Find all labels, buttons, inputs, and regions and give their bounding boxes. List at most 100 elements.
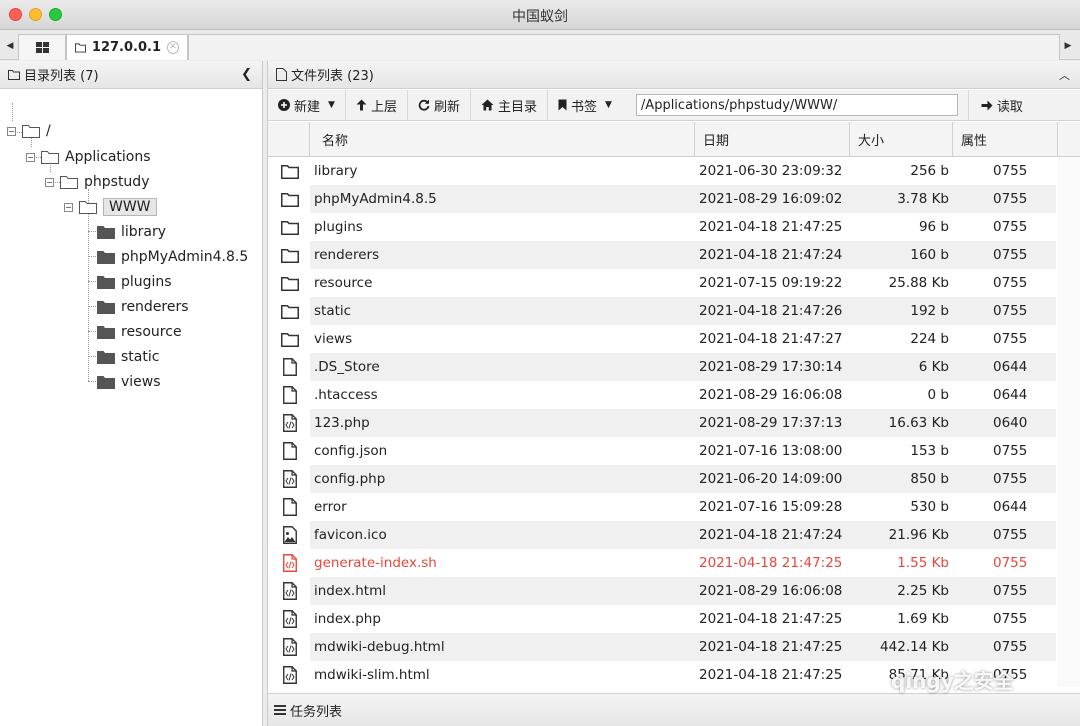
table-row[interactable]: library 2021-06-30 23:09:32 256 b 0755: [268, 157, 1058, 185]
file-icon: [278, 493, 302, 521]
tree-node-child[interactable]: renderers: [97, 297, 189, 317]
table-row[interactable]: plugins 2021-04-18 21:47:25 96 b 0755: [268, 213, 1058, 241]
file-panel-title: 文件列表 (23): [291, 69, 374, 84]
tree-node-label: plugins: [121, 274, 172, 290]
tree-node-child[interactable]: static: [97, 347, 159, 367]
file-name: library: [314, 163, 358, 179]
table-row[interactable]: index.php 2021-04-18 21:47:25 1.69 Kb 0755: [268, 605, 1058, 633]
file-date: 2021-04-18 21:47:25: [699, 667, 843, 683]
table-row[interactable]: generate-index.sh 2021-04-18 21:47:25 1.55…: [268, 549, 1058, 577]
tab-scroll-left-button[interactable]: ◀: [2, 31, 18, 60]
tree-node-phpstudy[interactable]: − phpstudy: [45, 172, 149, 192]
new-button-label: 新建: [294, 99, 321, 115]
name-column-header[interactable]: 名称: [310, 122, 695, 157]
table-row[interactable]: phpMyAdmin4.8.5 2021-08-29 16:09:02 3.78 K…: [268, 185, 1058, 213]
file-icon: [278, 381, 302, 409]
collapse-node-icon[interactable]: −: [7, 126, 16, 136]
file-attr: 0755: [953, 633, 1056, 661]
tree-node-label: renderers: [121, 299, 189, 315]
read-button[interactable]: 读取: [967, 89, 1035, 121]
folder-icon: [278, 213, 302, 241]
file-attr: 0755: [953, 465, 1056, 493]
file-date: 2021-08-29 17:37:13: [695, 409, 850, 437]
file-attr: 0755: [993, 331, 1028, 347]
collapse-node-icon[interactable]: −: [45, 177, 54, 187]
tree-node-child[interactable]: resource: [97, 322, 182, 342]
file-attr: 0755: [993, 611, 1028, 627]
file-name: .htaccess: [314, 387, 378, 403]
table-row[interactable]: favicon.ico 2021-04-18 21:47:24 21.96 Kb 07…: [268, 521, 1058, 549]
size-column-header[interactable]: 大小: [850, 122, 953, 157]
collapse-panel-icon[interactable]: ❮: [241, 67, 252, 82]
up-level-button[interactable]: 上层: [346, 89, 408, 121]
folder-icon: [97, 276, 115, 289]
file-size: 16.63 Kb: [850, 409, 953, 437]
file-size: 442.14 Kb: [850, 633, 953, 661]
file-name: .DS_Store: [310, 353, 695, 381]
file-name: config.php: [310, 465, 695, 493]
tree-node-root[interactable]: − /: [7, 121, 51, 141]
tree-node-applications[interactable]: − Applications: [26, 147, 151, 167]
file-size: 153 b: [910, 443, 949, 459]
home-dir-button[interactable]: 主目录: [471, 89, 548, 121]
table-row[interactable]: error 2021-07-16 15:09:28 530 b 0644: [268, 493, 1058, 521]
file-size: 530 b: [910, 499, 949, 515]
collapse-node-icon[interactable]: −: [64, 202, 73, 212]
task-list-bar[interactable]: 任务列表: [268, 693, 1080, 726]
table-row[interactable]: index.html 2021-08-29 16:06:08 2.25 Kb 0755: [268, 577, 1058, 605]
home-icon: [481, 99, 494, 111]
grid-icon: [35, 42, 49, 53]
file-size: 850 b: [850, 465, 953, 493]
tree-node-label: resource: [121, 324, 182, 340]
table-row[interactable]: config.php 2021-06-20 14:09:00 850 b 0755: [268, 465, 1058, 493]
table-row[interactable]: views 2021-04-18 21:47:27 224 b 0755: [268, 325, 1058, 353]
attr-column-header[interactable]: 属性: [953, 122, 1058, 157]
table-row[interactable]: 123.php 2021-08-29 17:37:13 16.63 Kb 0640: [268, 409, 1058, 437]
file-table-body: library 2021-06-30 23:09:32 256 b 0755 phpMy…: [268, 157, 1080, 687]
date-column-header[interactable]: 日期: [695, 122, 850, 157]
code-file-icon: [278, 605, 302, 633]
file-table-scrollbar[interactable]: [1057, 157, 1080, 687]
tab-scroll-right-button[interactable]: ▶: [1060, 31, 1076, 60]
table-row[interactable]: .htaccess 2021-08-29 16:06:08 0 b 0644: [268, 381, 1058, 409]
file-size: 21.96 Kb: [850, 521, 953, 549]
table-row[interactable]: renderers 2021-04-18 21:47:24 160 b 0755: [268, 241, 1058, 269]
new-button[interactable]: 新建 ▼: [268, 89, 346, 121]
tab-dashboard[interactable]: [18, 34, 66, 60]
table-row[interactable]: static 2021-04-18 21:47:26 192 b 0755: [268, 297, 1058, 325]
tree-node-child[interactable]: library: [97, 222, 166, 242]
file-name: index.html: [310, 577, 695, 605]
list-icon: [274, 705, 286, 715]
tree-node-label: phpstudy: [84, 174, 150, 190]
folder-icon: [278, 269, 302, 297]
file-name: renderers: [310, 241, 695, 269]
collapse-up-icon[interactable]: ︿: [1059, 67, 1070, 83]
chevron-down-icon: ▼: [605, 100, 612, 110]
window-title: 中国蚁剑: [512, 9, 568, 25]
folder-icon: [278, 325, 302, 353]
close-tab-icon[interactable]: ✕: [167, 41, 179, 54]
file-icon: [278, 437, 302, 465]
code-file-icon: [278, 549, 302, 577]
folder-outline-icon: [22, 125, 40, 138]
table-row[interactable]: mdwiki-debug.html 2021-04-18 21:47:25 442.…: [268, 633, 1058, 661]
bookmark-button[interactable]: 书签 ▼: [548, 90, 622, 121]
directory-panel-title: 目录列表 (7): [24, 69, 99, 84]
tree-node-child[interactable]: plugins: [97, 272, 172, 292]
path-input[interactable]: [635, 94, 958, 116]
file-attr: 0640: [953, 409, 1056, 437]
file-size: 224 b: [910, 331, 949, 347]
bookmark-icon: [558, 99, 567, 111]
collapse-node-icon[interactable]: −: [26, 152, 35, 162]
tab-host[interactable]: 127.0.0.1 ✕: [66, 34, 188, 60]
table-row[interactable]: config.json 2021-07-16 13:08:00 153 b 0755: [268, 437, 1058, 465]
file-date: 2021-08-29 16:09:02: [695, 185, 850, 213]
file-date: 2021-06-30 23:09:32: [699, 163, 843, 179]
refresh-button[interactable]: 刷新: [408, 89, 471, 121]
tree-node-www[interactable]: − WWW: [64, 197, 157, 217]
tree-node-child[interactable]: phpMyAdmin4.8.5: [97, 247, 248, 267]
tree-node-child[interactable]: views: [97, 372, 161, 392]
table-row[interactable]: resource 2021-07-15 09:19:22 25.88 Kb 0755: [268, 269, 1058, 297]
file-date: 2021-04-18 21:47:25: [695, 633, 850, 661]
table-row[interactable]: .DS_Store 2021-08-29 17:30:14 6 Kb 0644: [268, 353, 1058, 381]
